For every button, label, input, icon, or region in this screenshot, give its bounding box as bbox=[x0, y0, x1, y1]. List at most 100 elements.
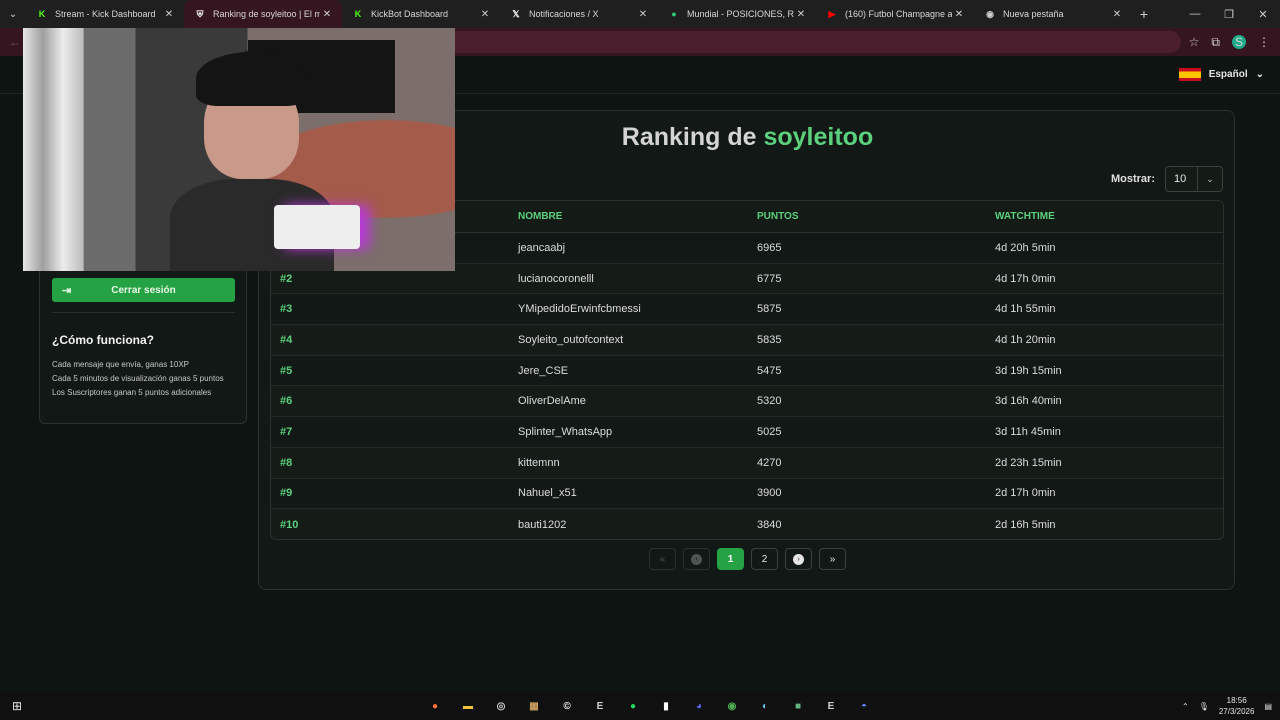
globe-icon: ● bbox=[671, 9, 677, 19]
webcam-curtain bbox=[23, 28, 84, 271]
rank-position: #7 bbox=[280, 425, 293, 438]
taskbar-apps: ● ▬ ◎ ▦ © E ● ▮ ◕ ◉ ◐ ■ E ◓ bbox=[423, 695, 876, 717]
restore-icon[interactable]: ❐ bbox=[1212, 0, 1246, 28]
profile-avatar[interactable]: S bbox=[1232, 35, 1246, 49]
table-row: #8 kittemnn 4270 2d 23h 15min bbox=[271, 447, 1223, 479]
epic-games-icon[interactable]: E bbox=[588, 695, 612, 717]
logout-label: Cerrar sesión bbox=[111, 284, 176, 296]
minecraft-icon[interactable]: ■ bbox=[786, 695, 810, 717]
viewer-watchtime: 4d 1h 55min bbox=[995, 303, 1056, 316]
more-menu-icon[interactable]: ⋮ bbox=[1258, 35, 1270, 49]
close-tab-icon[interactable]: ✕ bbox=[478, 9, 492, 20]
firefox-icon[interactable]: ● bbox=[423, 695, 447, 717]
how-line: Cada 5 minutos de visualización ganas 5 … bbox=[52, 374, 224, 383]
microphone-icon[interactable]: 🎙 bbox=[1199, 702, 1209, 711]
epic-games-icon[interactable]: E bbox=[819, 695, 843, 717]
viewer-watchtime: 3d 16h 40min bbox=[995, 395, 1062, 408]
viewer-points: 6775 bbox=[757, 272, 782, 285]
column-header-watchtime: WATCHTIME bbox=[995, 211, 1055, 222]
table-row: #4 Soyleito_outofcontext 5835 4d 1h 20min bbox=[271, 325, 1223, 356]
extensions-icon[interactable]: ⧉ bbox=[1211, 35, 1220, 50]
close-tab-icon[interactable]: ✕ bbox=[1110, 9, 1124, 20]
sidebar-card: ⇥ Cerrar sesión ¿Cómo funciona? Cada men… bbox=[39, 256, 247, 424]
viewer-watchtime: 2d 23h 15min bbox=[995, 456, 1062, 469]
close-tab-icon[interactable]: ✕ bbox=[320, 9, 334, 20]
browser-tab[interactable]: ◉ Nueva pestaña ✕ bbox=[974, 0, 1132, 28]
shield-icon: ⛨ bbox=[196, 8, 204, 19]
close-tab-icon[interactable]: ✕ bbox=[794, 9, 808, 20]
clock[interactable]: 18:56 27/3/2026 bbox=[1219, 695, 1255, 717]
minimize-icon[interactable]: — bbox=[1178, 0, 1212, 28]
viewer-points: 5320 bbox=[757, 395, 782, 408]
tab-label: Notificaciones / X bbox=[529, 9, 599, 19]
table-row: #6 OliverDelAme 5320 3d 16h 40min bbox=[271, 386, 1223, 418]
game-icon[interactable]: ▦ bbox=[522, 695, 546, 717]
logout-button[interactable]: ⇥ Cerrar sesión bbox=[52, 278, 235, 302]
previous-page-button[interactable]: ‹ bbox=[683, 548, 710, 570]
close-tab-icon[interactable]: ✕ bbox=[952, 9, 966, 20]
viewer-name: bauti1202 bbox=[518, 518, 567, 531]
browser-tab[interactable]: ● Mundial - POSICIONES, RESULT✕ bbox=[658, 0, 816, 28]
clock-date: 27/3/2026 bbox=[1218, 707, 1255, 716]
viewer-watchtime: 4d 1h 20min bbox=[995, 333, 1056, 346]
steam-icon[interactable]: ◐ bbox=[753, 695, 777, 717]
rank-position: #3 bbox=[280, 303, 293, 316]
next-page-button[interactable]: › bbox=[785, 548, 812, 570]
windows-start-icon[interactable]: ⊞ bbox=[0, 699, 34, 713]
spain-flag-icon bbox=[1178, 68, 1201, 81]
browser-tab[interactable]: 𝕏 Notificaciones / X ✕ bbox=[500, 0, 658, 28]
viewer-name: kittemnn bbox=[518, 456, 560, 469]
close-tab-icon[interactable]: ✕ bbox=[636, 9, 650, 20]
chrome-icon[interactable]: ◉ bbox=[720, 695, 744, 717]
browser-tab[interactable]: ▶ (160) Futbol Champagne a lo P✕ bbox=[816, 0, 974, 28]
viewer-name: Nahuel_x51 bbox=[518, 487, 577, 500]
viewer-watchtime: 2d 16h 5min bbox=[995, 518, 1056, 531]
tab-label: Ranking de soyleitoo | El mejor bbox=[213, 9, 320, 19]
viewer-name: Jere_CSE bbox=[518, 364, 569, 377]
browser-tab-strip: ⌄ K Stream - Kick Dashboard ✕ ⛨ Ranking de s… bbox=[0, 0, 1280, 28]
how-it-works-title: ¿Cómo funciona? bbox=[52, 333, 154, 347]
first-page-button[interactable]: « bbox=[649, 548, 676, 570]
notification-icon[interactable]: ▤ bbox=[1264, 702, 1272, 711]
page-button-1[interactable]: 1 bbox=[717, 548, 744, 570]
obs-icon[interactable]: ◎ bbox=[489, 695, 513, 717]
rank-position: #9 bbox=[280, 487, 293, 500]
rank-position: #10 bbox=[280, 518, 299, 531]
how-line: Cada mensaje que envía, ganas 10XP bbox=[52, 360, 189, 369]
table-row: #7 Splinter_WhatsApp 5025 3d 11h 45min bbox=[271, 417, 1223, 448]
spotify-icon[interactable]: ● bbox=[621, 695, 645, 717]
discord-icon[interactable]: ◕ bbox=[687, 695, 711, 717]
tab-search-icon[interactable]: ⌄ bbox=[0, 0, 26, 28]
page-size-select[interactable]: 10 ⌄ bbox=[1165, 166, 1223, 192]
audio-icon[interactable]: ▮ bbox=[654, 695, 678, 717]
file-explorer-icon[interactable]: ▬ bbox=[456, 695, 480, 717]
page-size-control: Mostrar: 10 ⌄ bbox=[1111, 166, 1223, 192]
x-icon: 𝕏 bbox=[512, 8, 520, 19]
browser-tab[interactable]: K KickBot Dashboard ✕ bbox=[342, 0, 500, 28]
viewer-points: 3900 bbox=[757, 487, 782, 500]
taskbar: ⊞ ● ▬ ◎ ▦ © E ● ▮ ◕ ◉ ◐ ■ E ◓ ⌃ 🎙 18:56 27/3/2026 ▤ bbox=[0, 692, 1280, 720]
close-window-icon[interactable]: ✕ bbox=[1246, 0, 1280, 28]
column-header-name: NOMBRE bbox=[518, 211, 563, 222]
cc-icon[interactable]: © bbox=[555, 695, 579, 717]
viewer-watchtime: 3d 11h 45min bbox=[995, 425, 1061, 438]
browser-tab[interactable]: K Stream - Kick Dashboard ✕ bbox=[26, 0, 184, 28]
last-page-button[interactable]: » bbox=[819, 548, 846, 570]
tray-chevron-icon[interactable]: ⌃ bbox=[1182, 702, 1189, 711]
viewer-watchtime: 3d 19h 15min bbox=[995, 364, 1062, 377]
browser-tab[interactable]: ⛨ Ranking de soyleitoo | El mejor✕ bbox=[184, 0, 342, 28]
webcam-person-hair bbox=[195, 52, 309, 106]
table-row: #9 Nahuel_x51 3900 2d 17h 0min bbox=[271, 479, 1223, 510]
new-tab-icon[interactable]: + bbox=[1132, 0, 1156, 28]
rank-position: #6 bbox=[280, 395, 293, 408]
kick-icon: K bbox=[38, 9, 46, 19]
viewer-name: lucianocoronelll bbox=[518, 272, 594, 285]
how-it-works-list: Cada mensaje que envía, ganas 10XP Cada … bbox=[52, 358, 224, 400]
bookmark-star-icon[interactable]: ☆ bbox=[1189, 35, 1200, 49]
rank-position: #8 bbox=[280, 456, 293, 469]
language-selector[interactable]: Español ⌄ bbox=[1178, 68, 1264, 81]
how-line: Los Suscriptores ganan 5 puntos adiciona… bbox=[52, 388, 212, 397]
ea-icon[interactable]: ◓ bbox=[852, 695, 876, 717]
page-button-2[interactable]: 2 bbox=[751, 548, 778, 570]
close-tab-icon[interactable]: ✕ bbox=[162, 9, 176, 20]
